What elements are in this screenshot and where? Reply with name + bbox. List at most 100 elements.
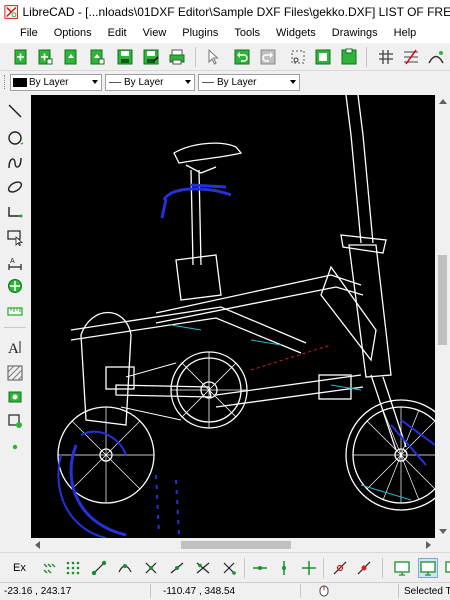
status-divider [398, 584, 399, 598]
circle-icon [8, 131, 24, 145]
hatch-tool-button[interactable] [4, 363, 26, 383]
line-tool-button[interactable] [4, 101, 26, 121]
line-type-combo[interactable]: By Layer [198, 74, 300, 91]
menu-drawings[interactable]: Drawings [324, 24, 386, 43]
overflow-view-button[interactable] [440, 558, 450, 578]
horizontal-scrollbar[interactable] [31, 538, 435, 552]
lock-relative-zero-button[interactable] [354, 558, 374, 578]
restrict-horizontal-button[interactable] [250, 558, 270, 578]
copy-button[interactable] [313, 47, 333, 67]
stem-line [345, 95, 362, 244]
monitor-icon [445, 561, 450, 573]
redo-button[interactable] [258, 47, 278, 67]
line-width-sample [109, 82, 121, 83]
window-title: LibreCAD - [...nloads\01DXF Editor\Sampl… [22, 5, 450, 19]
menu-options[interactable]: Options [46, 24, 100, 43]
open-recent-icon [90, 49, 105, 65]
modify-tool-button[interactable] [4, 276, 26, 296]
dimension-tool-button[interactable]: A [4, 253, 26, 273]
mouse-icon [318, 585, 330, 597]
circle-tool-button[interactable] [4, 128, 26, 148]
save-button[interactable] [115, 47, 135, 67]
relative-zero-button[interactable] [330, 558, 350, 578]
snap-grid-icon [66, 561, 80, 575]
line-icon [8, 104, 22, 118]
scroll-left-icon[interactable] [35, 541, 40, 549]
redo-icon [260, 49, 276, 65]
open-recent-button[interactable] [87, 47, 107, 67]
open-file-icon [64, 49, 77, 65]
vertical-scrollbar[interactable] [435, 95, 450, 538]
snap-intersection-icon [223, 562, 236, 575]
image-tool-button[interactable] [4, 387, 26, 407]
selected-arc [162, 187, 232, 201]
menu-tools[interactable]: Tools [226, 24, 268, 43]
head-tube [348, 244, 392, 378]
curve-tool-button[interactable] [4, 153, 26, 173]
status-divider [150, 584, 151, 598]
snap-center-button[interactable] [141, 558, 161, 578]
menu-bar: File Options Edit View Plugins Tools Wid… [0, 24, 450, 43]
new-template-icon [38, 49, 53, 65]
save-as-button[interactable] [141, 47, 161, 67]
draft-icon [404, 49, 418, 65]
scroll-down-icon[interactable] [439, 529, 447, 534]
crank-arm [115, 384, 212, 398]
polyline-tool-button[interactable] [4, 202, 26, 222]
restrict-vertical-button[interactable] [274, 558, 294, 578]
block-tool-button[interactable] [4, 411, 26, 431]
scroll-right-icon[interactable] [426, 541, 431, 549]
snap-intersection-button[interactable] [219, 558, 239, 578]
snap-center-icon [145, 562, 157, 574]
drawing-canvas[interactable] [31, 95, 435, 538]
measure-tool-button[interactable] [4, 301, 26, 321]
curve-icon [8, 157, 22, 169]
point-tool-button[interactable] [4, 437, 26, 457]
snap-endpoint-icon [91, 560, 107, 576]
point-icon [12, 444, 18, 450]
restrict-vertical-icon [282, 561, 286, 575]
restrict-orthogonal-button[interactable] [299, 558, 319, 578]
horizontal-scroll-thumb[interactable] [181, 541, 291, 549]
cut-button[interactable] [288, 47, 308, 67]
snap-middle-button[interactable] [167, 558, 187, 578]
selected-line [160, 198, 168, 219]
snap-distance-icon [196, 562, 210, 574]
menu-help[interactable]: Help [386, 24, 425, 43]
line-width-combo[interactable]: By Layer [105, 74, 195, 91]
toolbar-divider [4, 327, 26, 328]
snap-distance-button[interactable] [193, 558, 213, 578]
menu-view[interactable]: View [135, 24, 175, 43]
snap-free-button[interactable] [40, 558, 60, 578]
menu-plugins[interactable]: Plugins [174, 24, 226, 43]
snap-endpoint-button[interactable] [89, 558, 109, 578]
redraw-button[interactable] [426, 47, 446, 67]
monitor-icon [420, 561, 436, 576]
new-from-template-button[interactable] [35, 47, 55, 67]
ellipse-tool-button[interactable] [4, 177, 26, 197]
print-button[interactable] [167, 47, 187, 67]
scroll-up-icon[interactable] [439, 99, 447, 104]
paper-view-button[interactable] [418, 558, 438, 578]
relative-coordinates: -110.47 , 348.54 [163, 586, 236, 597]
open-file-button[interactable] [61, 47, 81, 67]
pointer-icon [208, 48, 219, 65]
menu-file[interactable]: File [0, 24, 46, 43]
snap-grid-button[interactable] [63, 558, 83, 578]
vertical-scroll-thumb[interactable] [438, 255, 447, 345]
text-tool-button[interactable]: A [4, 337, 26, 357]
undo-button[interactable] [232, 47, 252, 67]
draft-mode-button[interactable] [401, 47, 421, 67]
model-view-button[interactable] [392, 558, 412, 578]
menu-widgets[interactable]: Widgets [268, 24, 324, 43]
select-tool-button[interactable] [4, 227, 26, 247]
select-pointer-button[interactable] [203, 47, 223, 67]
color-combo[interactable]: By Layer [10, 74, 102, 91]
menu-edit[interactable]: Edit [100, 24, 135, 43]
grid-toggle-button[interactable] [376, 47, 396, 67]
snap-on-entity-button[interactable] [115, 558, 135, 578]
new-file-button[interactable] [11, 47, 31, 67]
paste-button[interactable] [339, 47, 359, 67]
snap-exclusive-label[interactable]: Ex [13, 562, 26, 574]
saddle-shape [173, 142, 243, 164]
